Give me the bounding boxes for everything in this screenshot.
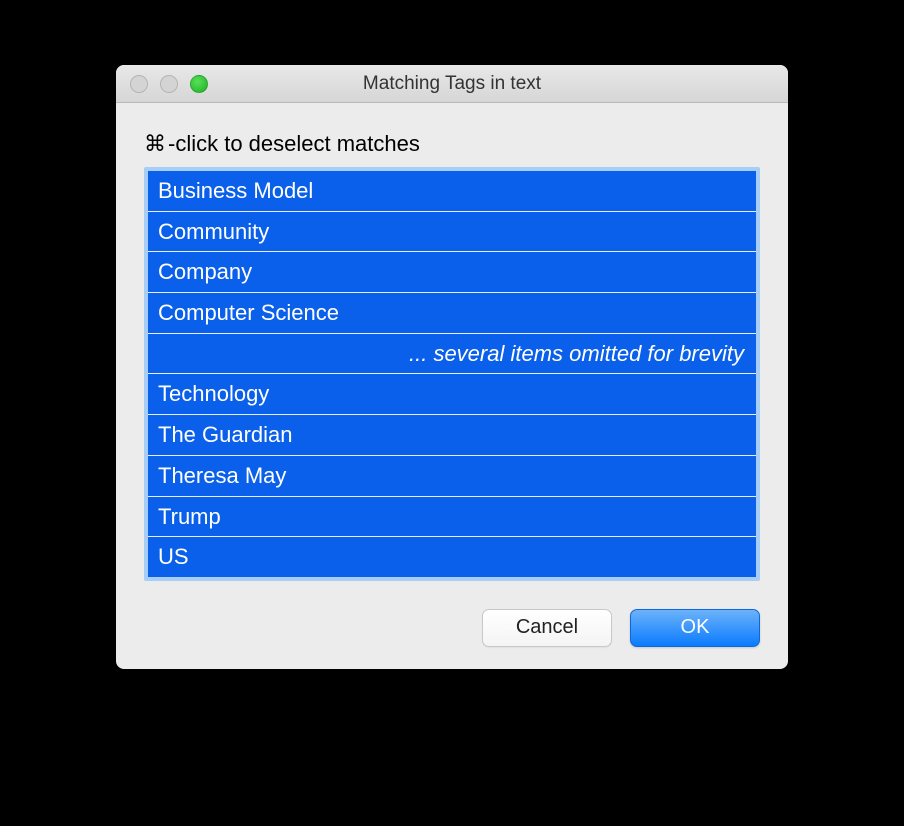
list-item-omitted: ... several items omitted for brevity [148, 334, 756, 375]
minimize-window-icon[interactable] [160, 75, 178, 93]
instruction-label: ⌘ -click to deselect matches [144, 131, 760, 157]
list-item[interactable]: Community [148, 212, 756, 253]
list-item[interactable]: The Guardian [148, 415, 756, 456]
traffic-lights [116, 75, 208, 93]
zoom-window-icon[interactable] [190, 75, 208, 93]
list-item[interactable]: Technology [148, 374, 756, 415]
command-key-icon: ⌘ [144, 131, 166, 157]
dialog-window: Matching Tags in text ⌘ -click to desele… [116, 65, 788, 669]
matches-listbox[interactable]: Business Model Community Company Compute… [144, 167, 760, 581]
list-item[interactable]: Theresa May [148, 456, 756, 497]
dialog-content: ⌘ -click to deselect matches Business Mo… [116, 103, 788, 669]
cancel-button[interactable]: Cancel [482, 609, 612, 647]
ok-button[interactable]: OK [630, 609, 760, 647]
list-item[interactable]: Trump [148, 497, 756, 538]
button-row: Cancel OK [144, 609, 760, 647]
list-item[interactable]: Business Model [148, 171, 756, 212]
close-window-icon[interactable] [130, 75, 148, 93]
instruction-text: -click to deselect matches [168, 131, 420, 157]
titlebar: Matching Tags in text [116, 65, 788, 103]
window-title: Matching Tags in text [116, 73, 788, 95]
list-item[interactable]: US [148, 537, 756, 577]
list-item[interactable]: Company [148, 252, 756, 293]
list-item[interactable]: Computer Science [148, 293, 756, 334]
